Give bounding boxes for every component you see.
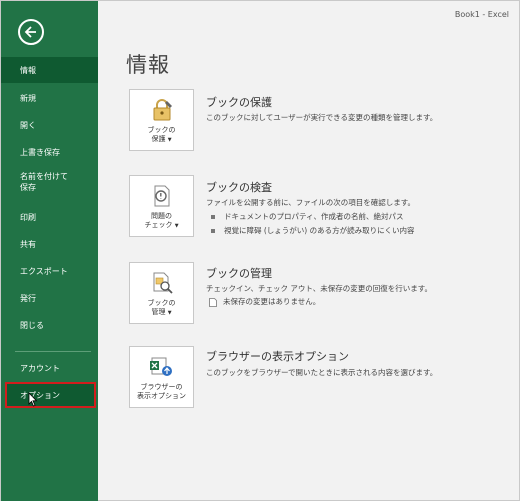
tile-label: 表示オプション bbox=[137, 392, 186, 400]
sidebar-item-label: 名前を付けて bbox=[20, 172, 68, 181]
sidebar-item-label: 情報 bbox=[20, 65, 36, 75]
status-note: 未保存の変更はありません。 bbox=[209, 296, 320, 307]
sidebar-item-options[interactable]: オプション bbox=[5, 382, 96, 408]
page-title: 情報 bbox=[126, 53, 170, 77]
tile-label: 問題の bbox=[151, 212, 172, 220]
sidebar-item-new[interactable]: 新規 bbox=[1, 85, 98, 111]
dropdown-caret-icon: ▼ bbox=[167, 137, 172, 143]
check-for-issues-button[interactable]: 問題の チェック ▼ bbox=[129, 175, 194, 237]
protect-workbook-button[interactable]: ブックの 保護 ▼ bbox=[129, 89, 194, 151]
back-button[interactable] bbox=[18, 19, 44, 45]
backstage-sidebar: 情報 新規 開く 上書き保存 名前を付けて 保存 印刷 共有 エクスポート 発行… bbox=[1, 1, 98, 501]
backstage-window: 情報 新規 開く 上書き保存 名前を付けて 保存 印刷 共有 エクスポート 発行… bbox=[0, 0, 520, 501]
dropdown-caret-icon: ▼ bbox=[167, 310, 172, 316]
section-description: このブックに対してユーザーが実行できる変更の種類を管理します。 bbox=[206, 113, 438, 122]
document-icon bbox=[209, 297, 217, 307]
sidebar-item-export[interactable]: エクスポート bbox=[1, 258, 98, 284]
tile-label: 保護 bbox=[151, 135, 166, 143]
tile-label: ブックの bbox=[147, 299, 176, 307]
section-title: ブックの管理 bbox=[206, 267, 272, 280]
back-arrow-icon bbox=[24, 26, 36, 38]
browser-view-options-button[interactable]: ブラウザーの 表示オプション bbox=[129, 346, 194, 408]
sidebar-item-label: 新規 bbox=[20, 93, 36, 103]
sidebar-item-label: 開く bbox=[20, 120, 36, 130]
sidebar-item-save[interactable]: 上書き保存 bbox=[1, 139, 98, 165]
list-item: 視覚に障碍 (しょうがい) のある方が読み取りにくい内容 bbox=[211, 225, 414, 236]
sidebar-item-label: 保存 bbox=[20, 183, 36, 192]
section-description: ファイルを公開する前に、ファイルの次の項目を確認します。 bbox=[206, 198, 416, 207]
sidebar-item-account[interactable]: アカウント bbox=[1, 355, 98, 381]
section-title: ブラウザーの表示オプション bbox=[206, 350, 349, 363]
dropdown-caret-icon: ▼ bbox=[174, 223, 179, 229]
tile-label: ブラウザーの bbox=[140, 383, 183, 391]
section-title: ブックの保護 bbox=[206, 96, 272, 109]
manage-workbook-button[interactable]: ブックの 管理 ▼ bbox=[129, 262, 194, 324]
sidebar-item-save-as[interactable]: 名前を付けて 保存 bbox=[1, 171, 98, 193]
sidebar-item-label: 共有 bbox=[20, 239, 36, 249]
manage-workbook-icon bbox=[153, 272, 173, 294]
sidebar-item-info[interactable]: 情報 bbox=[1, 57, 98, 83]
tile-label: チェック bbox=[144, 221, 173, 229]
sidebar-item-label: 閉じる bbox=[20, 320, 44, 330]
mouse-cursor-icon bbox=[28, 392, 38, 407]
section-title: ブックの検査 bbox=[206, 181, 272, 194]
section-description: チェックイン、チェック アウト、未保存の変更の回復を行います。 bbox=[206, 284, 433, 293]
sidebar-item-print[interactable]: 印刷 bbox=[1, 204, 98, 230]
sidebar-item-publish[interactable]: 発行 bbox=[1, 285, 98, 311]
sidebar-item-label: オプション bbox=[20, 390, 60, 400]
sidebar-item-label: 上書き保存 bbox=[20, 147, 60, 157]
bullet-icon bbox=[211, 229, 215, 233]
inspect-document-icon bbox=[154, 185, 170, 207]
section-description: このブックをブラウザーで開いたときに表示される内容を選びます。 bbox=[206, 368, 438, 377]
sidebar-item-close[interactable]: 閉じる bbox=[1, 312, 98, 338]
sidebar-item-label: アカウント bbox=[20, 363, 60, 373]
sidebar-item-share[interactable]: 共有 bbox=[1, 231, 98, 257]
window-title: Book1 - Excel bbox=[454, 10, 509, 19]
excel-browser-icon bbox=[150, 357, 172, 376]
list-item: ドキュメントのプロパティ、作成者の名前、絶対パス bbox=[211, 211, 404, 222]
sidebar-item-label: 発行 bbox=[20, 293, 36, 303]
tile-label: ブックの bbox=[147, 126, 176, 134]
tile-label: 管理 bbox=[151, 308, 166, 316]
bullet-icon bbox=[211, 215, 215, 219]
sidebar-item-open[interactable]: 開く bbox=[1, 112, 98, 138]
sidebar-item-label: エクスポート bbox=[20, 266, 68, 276]
sidebar-divider bbox=[15, 351, 91, 352]
sidebar-item-label: 印刷 bbox=[20, 212, 36, 222]
lock-icon bbox=[153, 99, 172, 121]
